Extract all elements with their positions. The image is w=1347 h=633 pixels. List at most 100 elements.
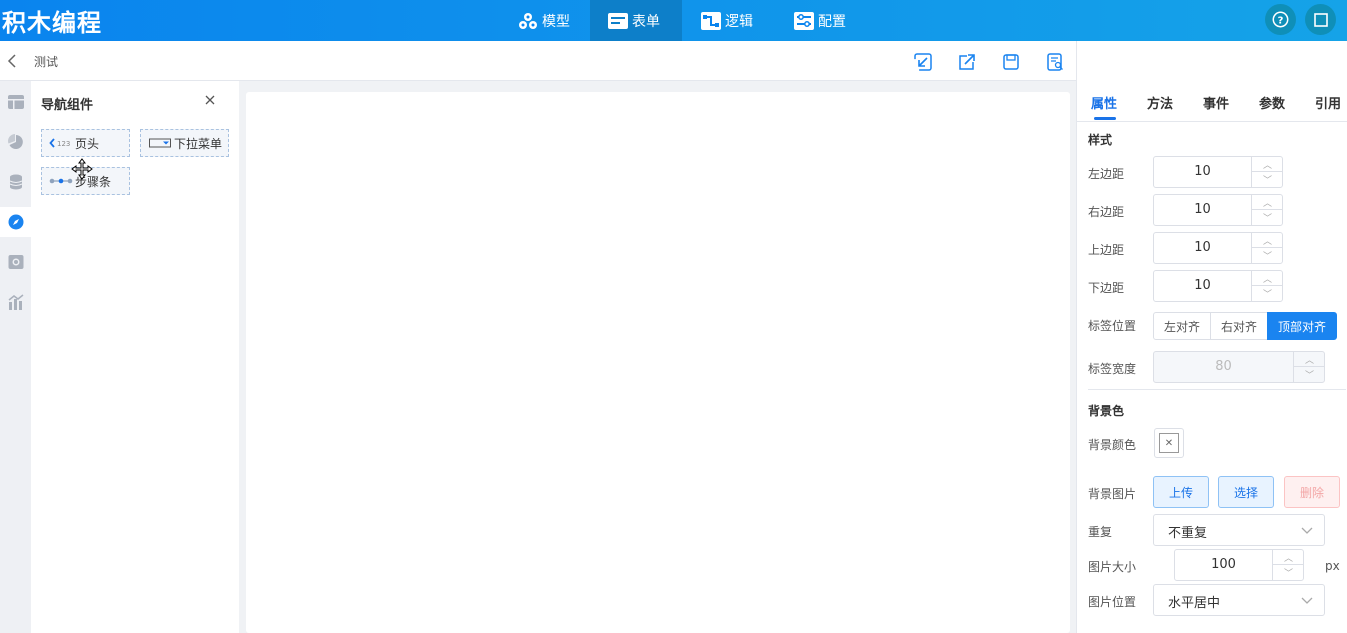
align-top-option[interactable]: 顶部对齐: [1267, 312, 1337, 340]
rail-item-layout[interactable]: [0, 87, 31, 117]
repeat-label: 重复: [1088, 525, 1113, 539]
stepper-value[interactable]: 10: [1154, 271, 1251, 301]
decrement-button[interactable]: ﹀: [1252, 286, 1283, 301]
rail-item-navigation[interactable]: [0, 207, 31, 237]
fullscreen-icon: [1313, 12, 1328, 27]
decrement-button[interactable]: ﹀: [1252, 210, 1283, 225]
chevron-down-icon: [1301, 597, 1313, 604]
import-icon[interactable]: [913, 52, 933, 72]
save-icon[interactable]: [1001, 52, 1021, 72]
label-position-label: 标签位置: [1088, 319, 1137, 333]
rail-item-statistics[interactable]: [0, 287, 31, 317]
image-size-label: 图片大小: [1088, 560, 1137, 574]
navigation-icon: [8, 214, 23, 230]
increment-button[interactable]: ︿: [1252, 233, 1283, 248]
design-canvas[interactable]: [246, 92, 1070, 633]
stepper-value[interactable]: 10: [1154, 195, 1251, 225]
tab-references[interactable]: 引用: [1315, 93, 1341, 112]
tab-events[interactable]: 事件: [1203, 93, 1229, 112]
style-section-title: 样式: [1088, 133, 1113, 147]
sub-toolbar: 测试: [0, 41, 1076, 81]
field-label: 下边距: [1088, 281, 1125, 295]
tab-model[interactable]: 模型: [500, 0, 588, 41]
tab-form-label: 表单: [632, 13, 660, 30]
margin-left-stepper[interactable]: 10 ︿ ﹀: [1153, 156, 1283, 188]
rail-item-database[interactable]: [0, 167, 31, 197]
margin-right-stepper[interactable]: 10 ︿ ﹀: [1153, 194, 1283, 226]
bg-image-label: 背景图片: [1088, 487, 1137, 501]
logic-icon: [701, 11, 721, 30]
stepper-value[interactable]: 10: [1154, 233, 1251, 263]
stepper-value[interactable]: 100: [1175, 550, 1272, 580]
tab-params[interactable]: 参数: [1259, 93, 1285, 112]
repeat-select[interactable]: 不重复: [1153, 514, 1325, 546]
rail-item-chart[interactable]: [0, 127, 31, 157]
increment-button[interactable]: ︿: [1252, 271, 1283, 286]
tab-logic[interactable]: 逻辑: [683, 0, 771, 41]
image-position-label: 图片位置: [1088, 595, 1137, 609]
stepper-arrows: ︿ ﹀: [1272, 550, 1304, 580]
align-right-option[interactable]: 右对齐: [1210, 312, 1268, 340]
rail-item-media[interactable]: [0, 247, 31, 277]
component-page-header[interactable]: 123 页头: [41, 129, 130, 157]
bg-color-label: 背景颜色: [1088, 438, 1137, 452]
decrement-button[interactable]: ﹀: [1252, 248, 1283, 263]
align-left-option[interactable]: 左对齐: [1153, 312, 1211, 340]
delete-button[interactable]: 删除: [1284, 476, 1340, 508]
decrement-button[interactable]: ﹀: [1252, 172, 1283, 187]
stepper-arrows: ︿ ﹀: [1251, 233, 1283, 263]
decrement-button: ﹀: [1304, 371, 1314, 381]
model-icon: [519, 12, 537, 29]
top-bar: 积木编程 模型 表单 逻辑 配置 ?: [0, 0, 1347, 41]
property-panel: 属性 方法 事件 参数 引用 样式 左边距 10 ︿ ﹀ 右边距 10 ︿ ﹀ 上边…: [1076, 81, 1347, 633]
help-button[interactable]: ?: [1265, 4, 1296, 35]
field-label: 左边距: [1088, 167, 1125, 181]
component-category-rail: [0, 81, 31, 633]
preview-icon[interactable]: [1045, 52, 1065, 72]
component-panel: 导航组件 123 页头 下拉菜单 步骤条: [31, 81, 239, 633]
margin-bottom-stepper[interactable]: 10 ︿ ﹀: [1153, 270, 1283, 302]
field-label: 右边距: [1088, 205, 1125, 219]
fullscreen-button[interactable]: [1305, 4, 1336, 35]
empty-color-icon: ✕: [1159, 433, 1179, 453]
tab-config[interactable]: 配置: [776, 0, 864, 41]
page-header-icon-text: 123: [57, 140, 70, 148]
stepper-arrows: ︿ ﹀: [1251, 157, 1283, 187]
component-label: 页头: [75, 136, 100, 151]
choose-button[interactable]: 选择: [1218, 476, 1274, 508]
select-value: 水平居中: [1168, 596, 1221, 611]
tab-form[interactable]: 表单: [590, 0, 682, 41]
page-title: 测试: [34, 55, 59, 69]
export-icon[interactable]: [957, 52, 977, 72]
image-size-stepper[interactable]: 100 ︿ ﹀: [1174, 549, 1304, 581]
layout-icon: [7, 95, 24, 109]
upload-button[interactable]: 上传: [1153, 476, 1209, 508]
statistics-icon: [8, 294, 23, 310]
tab-divider: [1077, 121, 1347, 122]
color-picker[interactable]: ✕: [1154, 428, 1184, 458]
stepper-value[interactable]: 10: [1154, 157, 1251, 187]
back-icon[interactable]: [6, 53, 18, 69]
media-icon: [8, 255, 23, 269]
dropdown-icon: [149, 138, 171, 148]
chevron-down-icon: [1301, 527, 1313, 534]
page-header-icon: 123: [49, 138, 70, 148]
component-dropdown-menu[interactable]: 下拉菜单: [140, 129, 229, 157]
decrement-button[interactable]: ﹀: [1273, 565, 1304, 580]
tab-methods[interactable]: 方法: [1147, 93, 1173, 112]
image-position-select[interactable]: 水平居中: [1153, 584, 1325, 616]
label-width-label: 标签宽度: [1088, 362, 1137, 376]
margin-top-stepper[interactable]: 10 ︿ ﹀: [1153, 232, 1283, 264]
tab-properties[interactable]: 属性: [1091, 93, 1117, 112]
increment-button[interactable]: ︿: [1252, 157, 1283, 172]
stepper-value: 80: [1215, 359, 1232, 374]
increment-button[interactable]: ︿: [1252, 195, 1283, 210]
stepper-arrows: ︿ ﹀: [1293, 352, 1325, 382]
config-icon: [794, 11, 814, 30]
close-icon[interactable]: [203, 93, 217, 107]
increment-button[interactable]: ︿: [1273, 550, 1304, 565]
tab-config-label: 配置: [818, 13, 846, 30]
active-tab-indicator: [1094, 117, 1116, 120]
section-divider: [1088, 389, 1346, 390]
select-value: 不重复: [1168, 526, 1208, 541]
